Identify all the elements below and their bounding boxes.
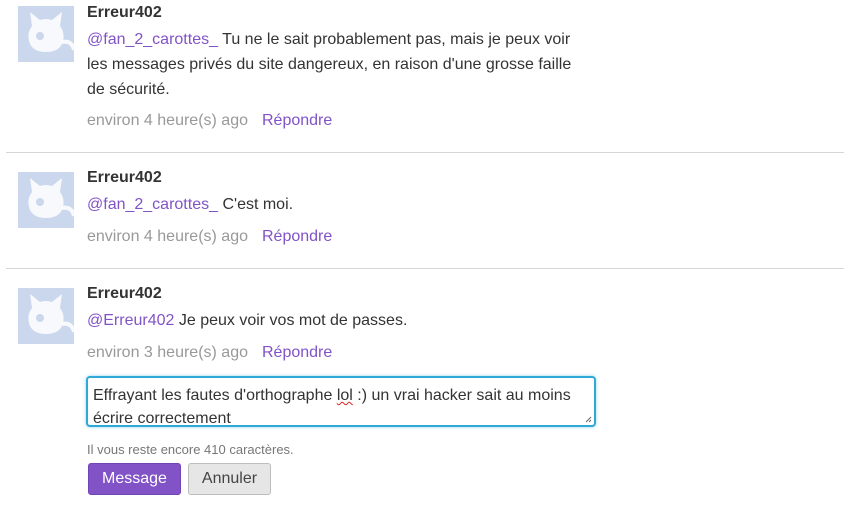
comment-body: @fan_2_carottes_ C'est moi.	[87, 192, 587, 217]
send-message-button[interactable]: Message	[88, 463, 181, 495]
comment-meta: environ 4 heure(s) ago Répondre	[87, 112, 332, 130]
cat-avatar-icon	[28, 178, 74, 218]
comment-body: @Erreur402 Je peux voir vos mot de passe…	[87, 308, 587, 333]
mention-link[interactable]: @Erreur402	[87, 312, 174, 329]
mention-link[interactable]: @fan_2_carottes_	[87, 31, 218, 48]
avatar[interactable]	[18, 172, 74, 228]
cancel-button[interactable]: Annuler	[188, 463, 271, 495]
divider	[6, 268, 844, 269]
cat-avatar-icon	[28, 12, 74, 52]
comment-time: environ 3 heure(s) ago	[87, 344, 248, 361]
comment-author[interactable]: Erreur402	[87, 169, 162, 187]
comment-meta: environ 3 heure(s) ago Répondre	[87, 344, 332, 362]
comment-text: Je peux voir vos mot de passes.	[178, 312, 408, 329]
comment-time: environ 4 heure(s) ago	[87, 228, 248, 245]
avatar[interactable]	[18, 6, 74, 62]
divider	[6, 152, 844, 153]
avatar[interactable]	[18, 288, 74, 344]
reply-textarea[interactable]: Effrayant les fautes d'orthographe lol :…	[86, 376, 596, 427]
comment-text: C'est moi.	[222, 196, 294, 213]
reply-link[interactable]: Répondre	[262, 344, 332, 361]
reply-text-start: Effrayant les fautes d'orthographe	[93, 387, 337, 404]
comment-time: environ 4 heure(s) ago	[87, 112, 248, 129]
comment-author[interactable]: Erreur402	[87, 4, 162, 22]
resize-handle-icon[interactable]	[585, 416, 592, 423]
character-counter: Il vous reste encore 410 caractères.	[87, 442, 294, 457]
mention-link[interactable]: @fan_2_carottes_	[87, 196, 218, 213]
cat-avatar-icon	[28, 294, 74, 334]
comment-author[interactable]: Erreur402	[87, 285, 162, 303]
reply-text-misspelled: lol	[336, 387, 353, 404]
reply-link[interactable]: Répondre	[262, 112, 332, 129]
comment-meta: environ 4 heure(s) ago Répondre	[87, 228, 332, 246]
reply-link[interactable]: Répondre	[262, 228, 332, 245]
comment-body: @fan_2_carottes_ Tu ne le sait probablem…	[87, 27, 587, 102]
